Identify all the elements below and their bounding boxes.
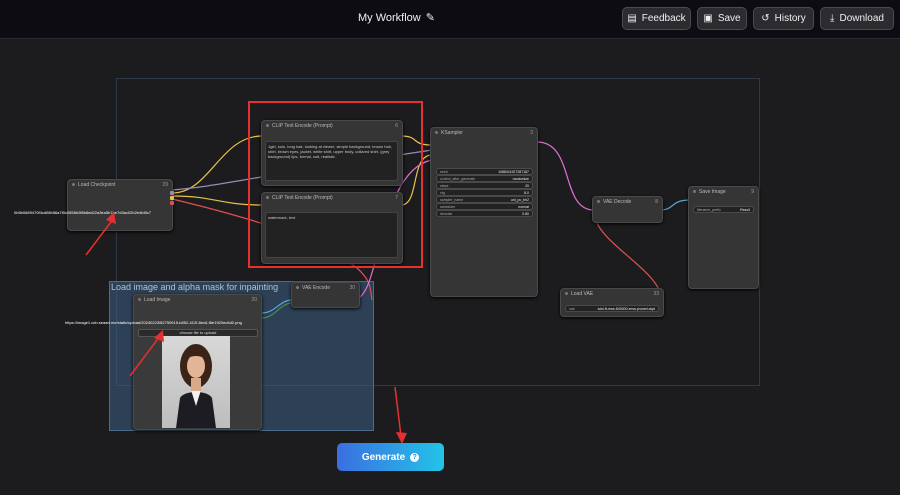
download-icon: ⤓ (830, 13, 835, 24)
save-icon: ▣ (703, 13, 713, 24)
output-port-clip[interactable] (170, 196, 174, 200)
highlight-box (248, 101, 423, 268)
node-load-vae[interactable]: Load VAE 33 vae sdxl-ft-mse-840000-ema-pru… (560, 288, 664, 317)
node-save-image[interactable]: Save Image 9 filename_prefix Result (688, 186, 759, 289)
widget-seed[interactable]: seed 1088411927287187 (436, 168, 533, 175)
feedback-icon: ▤ (627, 13, 637, 24)
widget-sampler-name[interactable]: sampler_name uni_pc_bh2 (436, 196, 533, 203)
checkpoint-name[interactable]: 0b5b0689470f4cd08b56a7f0c0558b2f8b8ed22a… (14, 210, 151, 215)
widget-value: 20 (525, 183, 529, 188)
download-button[interactable]: ⤓ Download (820, 7, 894, 30)
node-title: VAE Encode (302, 285, 330, 291)
widget-cfg[interactable]: cfg 8.0 (436, 189, 533, 196)
widget-label: sampler_name (440, 197, 464, 202)
widget-value: sdxl-ft-mse-840000-ema-pruned.ckpt (597, 306, 655, 311)
widget-label: cfg (440, 190, 445, 195)
download-label: Download (839, 13, 884, 24)
widget-label: denoise (440, 211, 453, 216)
widget-scheduler[interactable]: scheduler normal (436, 203, 533, 210)
node-title: KSampler (441, 130, 463, 136)
widget-label: steps (440, 183, 449, 188)
widget-label: filename_prefix (697, 207, 721, 212)
node-collapse-dot[interactable] (72, 183, 75, 187)
node-id: 29 (162, 182, 168, 188)
node-collapse-dot[interactable] (597, 200, 600, 204)
node-id: 30 (349, 285, 355, 291)
widget-label: vae (569, 306, 575, 311)
node-id: 20 (251, 297, 257, 303)
output-port-vae[interactable] (170, 201, 174, 205)
widget-label: control_after_generate (440, 176, 476, 181)
widget-value: 0.80 (522, 211, 529, 216)
widget-vae-name[interactable]: vae sdxl-ft-mse-840000-ema-pruned.ckpt (565, 305, 659, 312)
node-title: Load Checkpoint (78, 182, 116, 188)
group-title: Load image and alpha mask for inpainting (111, 282, 279, 292)
node-collapse-dot[interactable] (296, 286, 299, 290)
widget-filename-prefix[interactable]: filename_prefix Result (693, 206, 754, 213)
output-port-model[interactable] (170, 191, 174, 195)
widget-value: 1088411927287187 (498, 169, 529, 174)
help-icon[interactable]: ? (410, 452, 420, 462)
node-load-checkpoint[interactable]: Load Checkpoint 29 (67, 179, 173, 231)
node-collapse-dot[interactable] (693, 190, 696, 194)
history-icon: ↺ (761, 13, 770, 24)
node-id: 8 (655, 199, 658, 205)
node-title: Load Image (144, 297, 171, 303)
generate-button[interactable]: Generate ? (337, 443, 444, 471)
node-vae-decode[interactable]: VAE Decode 8 (592, 196, 663, 223)
widget-value: randomize (512, 176, 529, 181)
image-preview (162, 336, 230, 428)
history-label: History (774, 13, 806, 24)
widget-label: scheduler (440, 204, 456, 209)
widget-label: seed (440, 169, 448, 174)
node-id: 9 (751, 189, 754, 195)
node-title: Load VAE (571, 291, 594, 297)
node-collapse-dot[interactable] (565, 292, 568, 296)
widget-value: Result (740, 207, 750, 212)
widget-denoise[interactable]: denoise 0.80 (436, 210, 533, 217)
save-label: Save (717, 13, 741, 24)
feedback-button[interactable]: ▤ Feedback (622, 7, 691, 30)
node-ksampler[interactable]: KSampler 3 seed 1088411927287187 control_a… (430, 127, 538, 297)
widget-control-after-generate[interactable]: control_after_generate randomize (436, 175, 533, 182)
node-id: 33 (653, 291, 659, 297)
history-button[interactable]: ↺ History (753, 7, 814, 30)
node-id: 3 (530, 130, 533, 136)
widget-value: normal (518, 204, 529, 209)
top-bar: My Workflow ✎ ▤ Feedback ▣ Save ↺ History… (0, 0, 900, 39)
node-title: VAE Decode (603, 199, 632, 205)
woman-portrait-image (176, 344, 216, 428)
generate-label: Generate (361, 451, 406, 463)
edit-pencil-icon[interactable]: ✎ (426, 11, 435, 24)
node-vae-encode[interactable]: VAE Encode 30 (291, 282, 360, 308)
widget-value: 8.0 (524, 190, 529, 195)
widget-value: uni_pc_bh2 (510, 197, 529, 202)
node-collapse-dot[interactable] (138, 298, 141, 302)
save-button[interactable]: ▣ Save (697, 7, 747, 30)
workflow-title[interactable]: My Workflow ✎ (358, 11, 435, 24)
node-title: Save Image (699, 189, 726, 195)
widget-steps[interactable]: steps 20 (436, 182, 533, 189)
workflow-title-text: My Workflow (358, 12, 421, 24)
node-collapse-dot[interactable] (435, 131, 438, 135)
image-url[interactable]: https://image1.cdn.seaart.me/static/uplo… (65, 320, 242, 325)
feedback-label: Feedback (641, 13, 686, 24)
